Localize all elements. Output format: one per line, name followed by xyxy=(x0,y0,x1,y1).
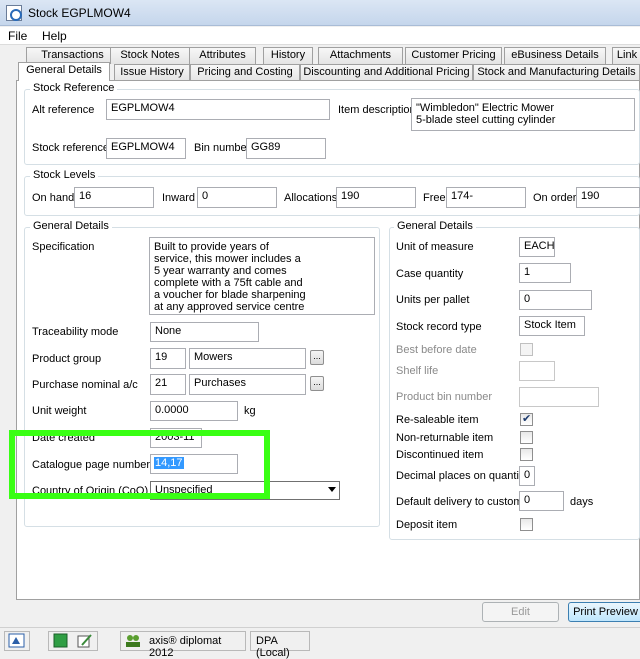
unit-weight-label: Unit weight xyxy=(32,405,87,417)
units-per-pallet-input[interactable]: 0 xyxy=(519,290,592,310)
tab-issue-history[interactable]: Issue History xyxy=(114,64,190,81)
print-preview-button[interactable]: Print Preview xyxy=(568,602,640,622)
item-description-label: Item description xyxy=(338,104,416,116)
purchase-nominal-name-input[interactable]: Purchases xyxy=(189,374,306,395)
highlight-box xyxy=(9,430,270,499)
record-icon[interactable] xyxy=(53,633,69,649)
stock-reference-title: Stock Reference xyxy=(30,82,118,94)
shelf-life-input[interactable] xyxy=(519,361,555,381)
allocations-input[interactable]: 190 xyxy=(336,187,416,208)
company-name: DPA (Local) xyxy=(256,635,290,659)
tab-pricing-costing[interactable]: Pricing and Costing xyxy=(190,64,300,81)
alt-reference-input[interactable]: EGPLMOW4 xyxy=(106,99,330,120)
tab-stock-notes[interactable]: Stock Notes xyxy=(110,47,190,64)
non-returnable-checkbox[interactable] xyxy=(520,431,533,444)
on-hand-input[interactable]: 16 xyxy=(74,187,154,208)
case-quantity-label: Case quantity xyxy=(396,268,464,280)
free-label: Free xyxy=(423,192,446,204)
menu-help[interactable]: Help xyxy=(42,29,67,43)
purchase-nominal-code-input[interactable]: 21 xyxy=(150,374,186,395)
decimal-places-label: Decimal places on quantity xyxy=(396,470,528,482)
unit-weight-input[interactable]: 0.0000 xyxy=(150,401,238,421)
tab-link[interactable]: Link xyxy=(612,47,640,64)
stock-record-type-input[interactable]: Stock Item xyxy=(519,316,585,336)
traceability-label: Traceability mode xyxy=(32,326,119,338)
general-details-left-title: General Details xyxy=(30,220,112,232)
edit-note-icon[interactable] xyxy=(77,633,93,649)
discontinued-checkbox[interactable] xyxy=(520,448,533,461)
decimal-places-input[interactable]: 0 xyxy=(519,466,535,486)
product-bin-label: Product bin number xyxy=(396,391,492,403)
users-icon xyxy=(126,635,140,647)
window-title: Stock EGPLMOW4 xyxy=(28,6,131,20)
unit-of-measure-label: Unit of measure xyxy=(396,241,474,253)
best-before-checkbox[interactable] xyxy=(520,343,533,356)
units-per-pallet-label: Units per pallet xyxy=(396,294,470,306)
status-cell-app: axis® diplomat 2012 xyxy=(120,631,246,659)
tab-general-details[interactable]: General Details xyxy=(18,62,110,81)
app-name: axis® diplomat 2012 xyxy=(149,635,222,659)
resaleable-checkbox[interactable] xyxy=(520,412,533,426)
deposit-label: Deposit item xyxy=(396,519,458,531)
menu-file[interactable]: File xyxy=(8,29,27,43)
specification-input[interactable]: Built to provide years of service, this … xyxy=(149,237,375,315)
bin-number-input[interactable]: GG89 xyxy=(246,138,326,159)
shelf-life-label: Shelf life xyxy=(396,365,439,377)
title-bar: Stock EGPLMOW4 xyxy=(0,0,640,26)
menu-bar: File Help xyxy=(0,27,640,45)
product-group-lookup-button[interactable]: ... xyxy=(310,350,324,365)
tab-customer-pricing[interactable]: Customer Pricing xyxy=(405,47,502,64)
tab-discounting[interactable]: Discounting and Additional Pricing xyxy=(300,64,473,81)
status-cell-1 xyxy=(4,631,30,651)
product-bin-input[interactable] xyxy=(519,387,599,407)
traceability-input[interactable]: None xyxy=(150,322,259,342)
on-order-label: On order xyxy=(533,192,577,204)
status-bar: axis® diplomat 2012 DPA (Local) xyxy=(0,627,640,659)
status-cell-company: DPA (Local) xyxy=(250,631,310,659)
product-group-label: Product group xyxy=(32,353,102,365)
tab-attributes[interactable]: Attributes xyxy=(189,47,256,64)
edit-button[interactable]: Edit xyxy=(482,602,559,622)
specification-label: Specification xyxy=(32,241,95,253)
inward-label: Inward xyxy=(162,192,196,204)
days-label: days xyxy=(570,496,594,508)
purchase-nominal-label: Purchase nominal a/c xyxy=(32,379,138,391)
app-window-icon xyxy=(6,5,22,21)
tab-ebusiness-details[interactable]: eBusiness Details xyxy=(504,47,606,64)
allocations-label: Allocations xyxy=(284,192,338,204)
stock-reference-label: Stock reference xyxy=(32,142,110,154)
best-before-label: Best before date xyxy=(396,344,477,356)
resaleable-label: Re-saleable item xyxy=(396,414,479,426)
case-quantity-input[interactable]: 1 xyxy=(519,263,571,283)
alt-reference-label: Alt reference xyxy=(32,104,95,116)
default-delivery-label: Default delivery to customer xyxy=(396,496,533,508)
stock-reference-input[interactable]: EGPLMOW4 xyxy=(106,138,186,159)
on-order-input[interactable]: 190 xyxy=(576,187,640,208)
default-delivery-input[interactable]: 0 xyxy=(519,491,564,511)
general-details-right-title: General Details xyxy=(394,220,476,232)
tab-attachments[interactable]: Attachments xyxy=(318,47,403,64)
on-hand-label: On hand xyxy=(32,192,75,204)
unit-of-measure-input[interactable]: EACH xyxy=(519,237,555,257)
non-returnable-label: Non-returnable item xyxy=(396,432,494,444)
tab-stock-manufacturing[interactable]: Stock and Manufacturing Details xyxy=(473,64,640,81)
status-cell-2 xyxy=(48,631,98,651)
purchase-nominal-lookup-button[interactable]: ... xyxy=(310,376,324,391)
stock-levels-title: Stock Levels xyxy=(30,169,99,181)
bin-number-label: Bin number xyxy=(194,142,251,154)
product-group-code-input[interactable]: 19 xyxy=(150,348,186,369)
product-group-name-input[interactable]: Mowers xyxy=(189,348,306,369)
unit-weight-unit: kg xyxy=(244,405,256,417)
home-icon[interactable] xyxy=(8,633,26,649)
tab-history[interactable]: History xyxy=(263,47,313,64)
deposit-checkbox[interactable] xyxy=(520,518,533,531)
inward-input[interactable]: 0 xyxy=(197,187,277,208)
chevron-down-icon xyxy=(328,487,336,492)
item-description-input[interactable]: "Wimbledon" Electric Mower 5-blade steel… xyxy=(411,98,635,131)
stock-record-type-label: Stock record type xyxy=(396,321,482,333)
discontinued-label: Discontinued item xyxy=(396,449,484,461)
free-input[interactable]: 174- xyxy=(446,187,526,208)
